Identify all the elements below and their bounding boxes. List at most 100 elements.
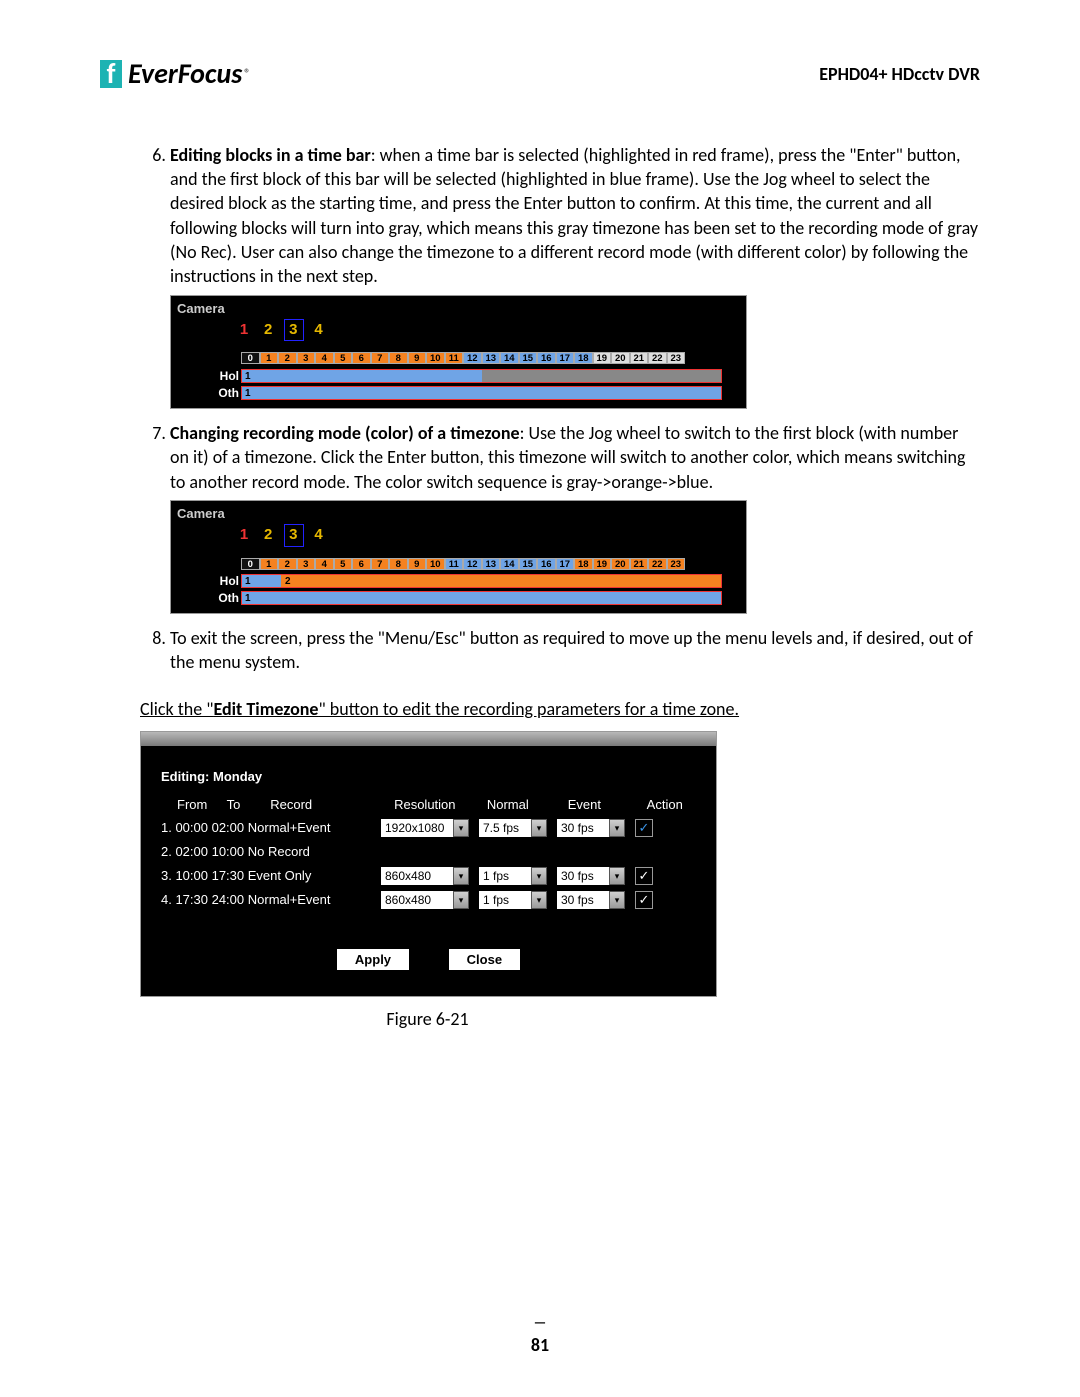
hour-cell: 6 <box>352 352 371 364</box>
event-dropdown[interactable]: 30 fps▾ <box>557 867 625 885</box>
hour-cell: 8 <box>389 352 408 364</box>
hour-cell: 17 <box>556 558 575 570</box>
hour-cell: 2 <box>278 352 297 364</box>
chevron-down-icon[interactable]: ▾ <box>453 819 469 837</box>
edit-row: 2. 02:00 10:00 No Record <box>161 843 696 861</box>
row-label: 4. 17:30 24:00 Normal+Event <box>161 891 381 909</box>
edit-row: 4. 17:30 24:00 Normal+Event860x480▾ 1 fps… <box>161 891 696 909</box>
hour-cell: 6 <box>352 558 371 570</box>
chevron-down-icon[interactable]: ▾ <box>531 819 547 837</box>
edit-timezone-panel: Editing: Monday From To Record Resolutio… <box>140 731 717 997</box>
timebar-hol: Hol 1 <box>171 368 746 384</box>
hour-cell: 23 <box>667 558 686 570</box>
hour-cell: 20 <box>611 558 630 570</box>
hour-cell: 11 <box>445 558 464 570</box>
page-footer: — 81 <box>0 1314 1080 1357</box>
resolution-dropdown[interactable]: 860x480▾ <box>381 867 469 885</box>
hour-cell: 15 <box>519 558 538 570</box>
chevron-down-icon[interactable]: ▾ <box>609 867 625 885</box>
hour-cell: 12 <box>463 558 482 570</box>
hour-cell: 4 <box>315 558 334 570</box>
page-header: f EverFocus® EPHD04+ HDcctv DVR <box>100 55 980 93</box>
camera-label: Camera <box>171 300 746 320</box>
edit-rows-container: 1. 00:00 02:00 Normal+Event1920x1080▾ 7.5… <box>161 819 696 909</box>
item6-title: Editing blocks in a time bar <box>170 144 371 166</box>
chevron-down-icon[interactable]: ▾ <box>453 867 469 885</box>
action-checkbox[interactable]: ✓ <box>635 867 653 885</box>
action-checkbox[interactable]: ✓ <box>635 819 653 837</box>
camera-timebar-figure-2: Camera 1 2 3 4 0123456789101112131415161… <box>170 500 747 614</box>
resolution-dropdown[interactable]: 860x480▾ <box>381 891 469 909</box>
hour-cell: 7 <box>371 558 390 570</box>
edit-row: 1. 00:00 02:00 Normal+Event1920x1080▾ 7.5… <box>161 819 696 837</box>
page-number: 81 <box>531 1334 549 1356</box>
hour-cell: 5 <box>334 352 353 364</box>
chevron-down-icon[interactable]: ▾ <box>609 819 625 837</box>
hour-cell: 3 <box>297 558 316 570</box>
hour-cell: 16 <box>537 558 556 570</box>
normal-dropdown[interactable]: 1 fps▾ <box>479 867 547 885</box>
close-button[interactable]: Close <box>449 949 520 971</box>
hour-cell: 0 <box>241 352 260 364</box>
item8-body: To exit the screen, press the "Menu/Esc"… <box>170 627 973 673</box>
hour-cell: 2 <box>278 558 297 570</box>
chevron-down-icon[interactable]: ▾ <box>453 891 469 909</box>
chevron-down-icon[interactable]: ▾ <box>531 891 547 909</box>
normal-dropdown[interactable]: 7.5 fps▾ <box>479 819 547 837</box>
edit-timezone-instruction: Click the "Edit Timezone" button to edit… <box>140 697 980 721</box>
edit-row: 3. 10:00 17:30 Event Only860x480▾ 1 fps▾ 3… <box>161 867 696 885</box>
action-checkbox[interactable]: ✓ <box>635 891 653 909</box>
hour-cell: 1 <box>260 558 279 570</box>
hour-cell: 9 <box>408 352 427 364</box>
list-item-7: Changing recording mode (color) of a tim… <box>170 421 980 614</box>
chevron-down-icon[interactable]: ▾ <box>609 891 625 909</box>
hour-cell: 4 <box>315 352 334 364</box>
hour-cell: 10 <box>426 558 445 570</box>
hour-cell: 17 <box>556 352 575 364</box>
resolution-dropdown[interactable]: 1920x1080▾ <box>381 819 469 837</box>
item7-title: Changing recording mode (color) of a tim… <box>170 422 520 444</box>
column-headers: From To Record Resolution Normal Event A… <box>161 796 696 814</box>
brand-prefix: Ever <box>128 55 178 93</box>
panel-titlebar <box>141 732 716 746</box>
event-dropdown[interactable]: 30 fps▾ <box>557 819 625 837</box>
hour-cell: 20 <box>611 352 630 364</box>
hours-header: 01234567891011121314151617181920212223 <box>171 555 746 571</box>
hour-cell: 23 <box>667 352 686 364</box>
hour-cell: 19 <box>593 352 612 364</box>
hour-cell: 9 <box>408 558 427 570</box>
camera-timebar-figure-1: Camera 1 2 3 4 0123456789101112131415161… <box>170 295 747 409</box>
hour-cell: 21 <box>630 352 649 364</box>
chevron-down-icon[interactable]: ▾ <box>531 867 547 885</box>
hour-cell: 22 <box>648 352 667 364</box>
panel-buttons: Apply Close <box>161 949 696 971</box>
hour-cell: 7 <box>371 352 390 364</box>
apply-button[interactable]: Apply <box>337 949 409 971</box>
hour-cell: 14 <box>500 352 519 364</box>
hour-cell: 18 <box>574 558 593 570</box>
hour-cell: 1 <box>260 352 279 364</box>
timebar-oth: Oth 1 <box>171 590 746 606</box>
hour-cell: 14 <box>500 558 519 570</box>
hour-cell: 11 <box>445 352 464 364</box>
list-item-6: Editing blocks in a time bar: when a tim… <box>170 143 980 409</box>
row-label: 1. 00:00 02:00 Normal+Event <box>161 819 381 837</box>
hour-cell: 19 <box>593 558 612 570</box>
row-label: 3. 10:00 17:30 Event Only <box>161 867 381 885</box>
event-dropdown[interactable]: 30 fps▾ <box>557 891 625 909</box>
hour-cell: 12 <box>463 352 482 364</box>
hour-cell: 10 <box>426 352 445 364</box>
hour-cell: 22 <box>648 558 667 570</box>
timebar-oth: Oth 1 <box>171 385 746 401</box>
hour-cell: 8 <box>389 558 408 570</box>
figure-caption: Figure 6-21 <box>140 1007 715 1031</box>
hour-cell: 5 <box>334 558 353 570</box>
hour-cell: 0 <box>241 558 260 570</box>
normal-dropdown[interactable]: 1 fps▾ <box>479 891 547 909</box>
product-name: EPHD04+ HDcctv DVR <box>819 62 980 86</box>
hour-cell: 13 <box>482 352 501 364</box>
brand-logo: f EverFocus® <box>100 55 250 93</box>
timebar-hol: Hol 1 2 <box>171 573 746 589</box>
hour-cell: 13 <box>482 558 501 570</box>
hour-cell: 16 <box>537 352 556 364</box>
